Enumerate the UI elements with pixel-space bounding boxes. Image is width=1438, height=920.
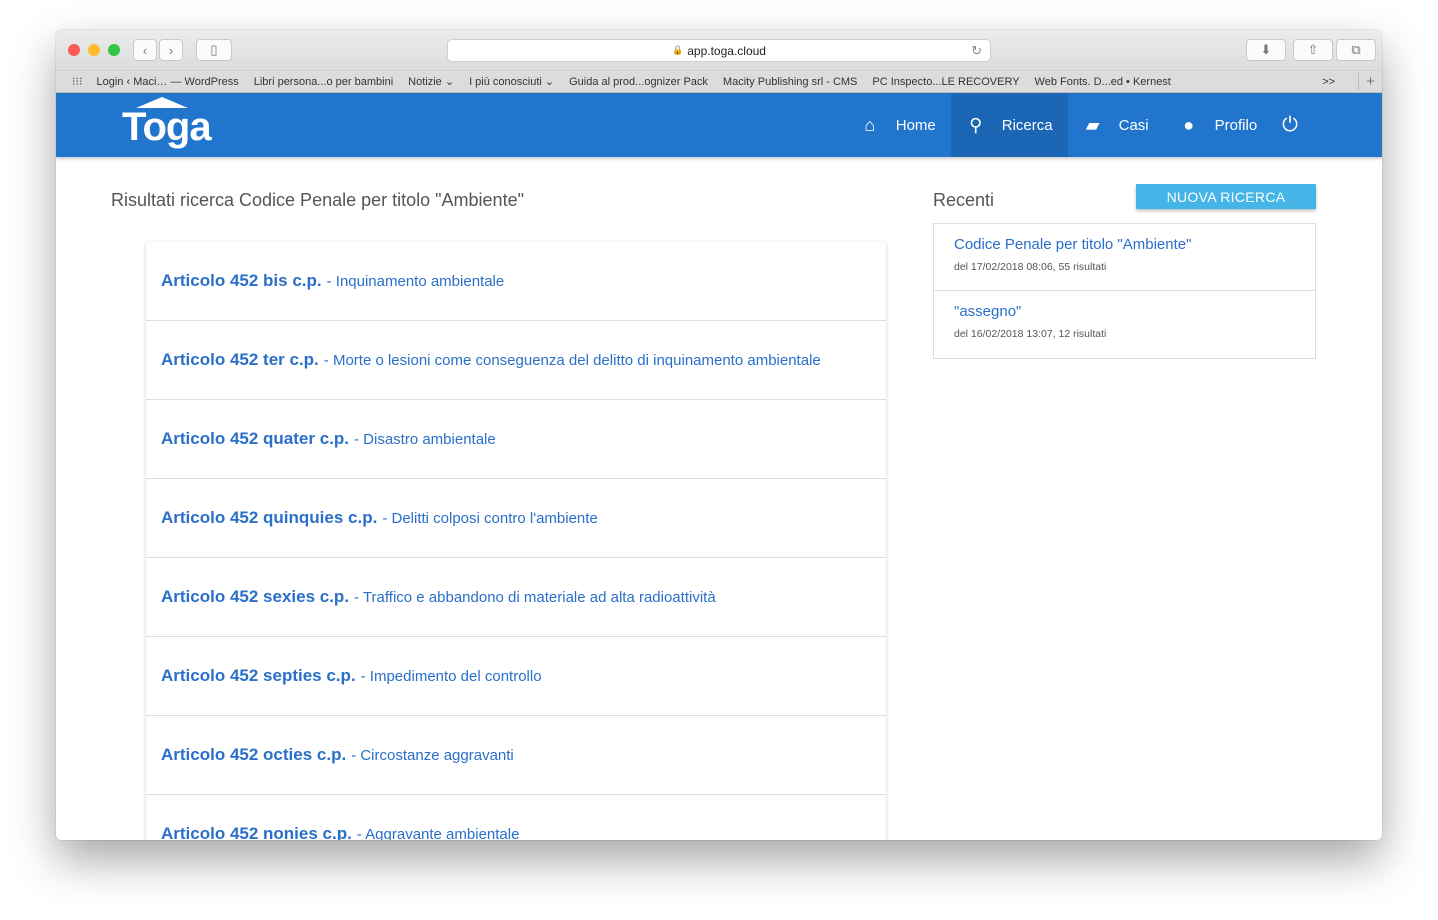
sidebar-toggle-icon[interactable]: ▯ bbox=[196, 39, 232, 61]
result-item[interactable]: Articolo 452 septies c.p. - Impedimento d… bbox=[146, 637, 886, 716]
nav-ricerca[interactable]: ⚲ Ricerca bbox=[950, 93, 1068, 157]
nav-label: Home bbox=[895, 116, 936, 134]
recent-query[interactable]: Codice Penale per titolo "Ambiente" bbox=[954, 236, 1295, 253]
article-title: - Traffico e abbandono di materiale ad a… bbox=[354, 588, 716, 606]
recent-item[interactable]: "assegno" del 16/02/2018 13:07, 12 risult… bbox=[934, 291, 1315, 358]
lock-icon: 🔒 bbox=[672, 45, 684, 55]
article-number: Articolo 452 sexies c.p. bbox=[161, 587, 350, 606]
result-item[interactable]: Articolo 452 octies c.p. - Circostanze ag… bbox=[146, 716, 886, 795]
browser-toolbar: ‹ › ▯ 🔒 app.toga.cloud ↻ ⬇ ⇧ ⧉ bbox=[56, 30, 1382, 70]
browser-window: ‹ › ▯ 🔒 app.toga.cloud ↻ ⬇ ⇧ ⧉ ⁝⁝⁝ Login ‹… bbox=[56, 30, 1382, 840]
article-number: Articolo 452 nonies c.p. bbox=[161, 824, 352, 840]
article-title: - Aggravante ambientale bbox=[356, 825, 520, 841]
recent-item[interactable]: Codice Penale per titolo "Ambiente" del 1… bbox=[934, 224, 1315, 291]
article-number: Articolo 452 octies c.p. bbox=[161, 745, 347, 764]
bookmark[interactable]: Guida al prod...ognizer Pack bbox=[569, 76, 708, 88]
article-number: Articolo 452 ter c.p. bbox=[161, 350, 319, 369]
bookmark[interactable]: Web Fonts. D...ed • Kernest bbox=[1035, 76, 1171, 88]
article-number: Articolo 452 septies c.p. bbox=[161, 666, 356, 685]
new-tab-button[interactable]: + bbox=[1358, 73, 1382, 90]
forward-button[interactable]: › bbox=[159, 39, 183, 61]
home-icon: ⌂ bbox=[864, 114, 876, 135]
bookmark[interactable]: I più conosciuti ⌄ bbox=[469, 75, 554, 88]
share-icon[interactable]: ⇧ bbox=[1293, 39, 1333, 61]
apps-grid-icon[interactable]: ⁝⁝⁝ bbox=[72, 75, 83, 88]
more-bookmarks-button[interactable]: >> bbox=[1322, 76, 1335, 88]
reload-icon[interactable]: ↻ bbox=[971, 43, 982, 59]
maximize-window-button[interactable] bbox=[108, 44, 120, 56]
article-title: - Impedimento del controllo bbox=[360, 667, 542, 685]
nav-casi[interactable]: ▰ Casi bbox=[1068, 93, 1164, 157]
recent-heading: Recenti bbox=[933, 190, 995, 210]
recent-query[interactable]: "assegno" bbox=[954, 303, 1295, 320]
nav-label: Casi bbox=[1118, 116, 1149, 134]
downloads-icon[interactable]: ⬇ bbox=[1246, 39, 1286, 61]
recent-searches: Codice Penale per titolo "Ambiente" del 1… bbox=[933, 223, 1316, 359]
article-title: - Disastro ambientale bbox=[354, 430, 496, 448]
bookmarks-bar: ⁝⁝⁝ Login ‹ Maci… — WordPress Libri pers… bbox=[56, 70, 1382, 93]
result-item[interactable]: Articolo 452 quater c.p. - Disastro ambie… bbox=[146, 400, 886, 479]
article-number: Articolo 452 quater c.p. bbox=[161, 429, 349, 448]
back-button[interactable]: ‹ bbox=[133, 39, 157, 61]
url-text: app.toga.cloud bbox=[687, 43, 766, 58]
result-item[interactable]: Articolo 452 bis c.p. - Inquinamento ambi… bbox=[146, 242, 886, 321]
bookmark[interactable]: PC Inspecto...LE RECOVERY bbox=[872, 76, 1019, 88]
user-icon: ● bbox=[1183, 114, 1195, 135]
search-icon: ⚲ bbox=[969, 114, 983, 135]
article-title: - Inquinamento ambientale bbox=[326, 272, 505, 290]
bookmark[interactable]: Login ‹ Maci… — WordPress bbox=[97, 76, 239, 88]
new-search-button[interactable]: NUOVA RICERCA bbox=[1136, 184, 1316, 209]
nav-profilo[interactable]: ● Profilo bbox=[1164, 93, 1273, 157]
folder-user-icon: ▰ bbox=[1085, 114, 1100, 135]
logout-button[interactable]: ⏻ bbox=[1272, 93, 1382, 157]
minimize-window-button[interactable] bbox=[88, 44, 100, 56]
close-window-button[interactable] bbox=[68, 44, 80, 56]
recent-meta: del 17/02/2018 08:06, 55 risultati bbox=[954, 261, 1107, 273]
result-item[interactable]: Articolo 452 quinquies c.p. - Delitti col… bbox=[146, 479, 886, 558]
toga-logo[interactable]: Toga bbox=[122, 105, 212, 150]
tabs-icon[interactable]: ⧉ bbox=[1336, 39, 1376, 61]
results-list: Articolo 452 bis c.p. - Inquinamento ambi… bbox=[146, 242, 886, 840]
article-number: Articolo 452 quinquies c.p. bbox=[161, 508, 378, 527]
article-title: - Circostanze aggravanti bbox=[351, 746, 514, 764]
address-bar[interactable]: 🔒 app.toga.cloud ↻ bbox=[447, 39, 991, 62]
article-title: - Morte o lesioni come conseguenza del d… bbox=[323, 351, 821, 369]
result-item[interactable]: Articolo 452 ter c.p. - Morte o lesioni c… bbox=[146, 321, 886, 400]
nav-label: Ricerca bbox=[1001, 116, 1053, 134]
recent-meta: del 16/02/2018 13:07, 12 risultati bbox=[954, 328, 1107, 340]
app-navbar: Toga ⌂ Home ⚲ Ricerca ▰ Casi ● Profilo ⏻ bbox=[56, 93, 1382, 157]
page-title: Risultati ricerca Codice Penale per tito… bbox=[111, 190, 524, 210]
result-item[interactable]: Articolo 452 nonies c.p. - Aggravante amb… bbox=[146, 795, 886, 840]
result-item[interactable]: Articolo 452 sexies c.p. - Traffico e abb… bbox=[146, 558, 886, 637]
article-number: Articolo 452 bis c.p. bbox=[161, 271, 322, 290]
bookmark[interactable]: Libri persona...o per bambini bbox=[254, 76, 393, 88]
nav-label: Profilo bbox=[1214, 116, 1258, 134]
bookmark[interactable]: Macity Publishing srl - CMS bbox=[723, 76, 857, 88]
nav-home[interactable]: ⌂ Home bbox=[845, 93, 951, 157]
power-icon: ⏻ bbox=[1282, 113, 1298, 136]
bookmark[interactable]: Notizie ⌄ bbox=[408, 75, 454, 88]
article-title: - Delitti colposi contro l'ambiente bbox=[382, 509, 598, 527]
